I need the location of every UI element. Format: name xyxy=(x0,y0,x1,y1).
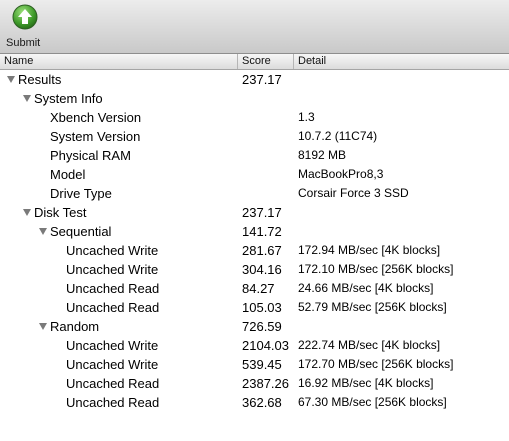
disclosure-triangle-icon[interactable] xyxy=(39,228,47,235)
row-score: 362.68 xyxy=(242,395,282,410)
submit-label: Submit xyxy=(6,37,41,49)
row-name: Random xyxy=(50,319,100,334)
tree-row[interactable]: Uncached Read 362.68 67.30 MB/sec [256K … xyxy=(0,393,509,412)
disclosure-triangle-icon[interactable] xyxy=(7,76,15,83)
row-detail: 1.3 xyxy=(298,110,315,124)
tree-row[interactable]: Xbench Version 1.3 xyxy=(0,108,509,127)
row-name: Uncached Read xyxy=(66,395,160,410)
tree-row-results[interactable]: Results 237.17 xyxy=(0,70,509,89)
row-name: Uncached Read xyxy=(66,300,160,315)
tree-row-random[interactable]: Random 726.59 xyxy=(0,317,509,336)
row-score: 2387.26 xyxy=(242,376,289,391)
row-detail: 172.94 MB/sec [4K blocks] xyxy=(298,243,441,257)
row-detail: 222.74 MB/sec [4K blocks] xyxy=(298,338,441,352)
row-name: Uncached Write xyxy=(66,357,159,372)
row-name: Sequential xyxy=(50,224,112,239)
row-name: Results xyxy=(18,72,62,87)
row-detail: 67.30 MB/sec [256K blocks] xyxy=(298,395,447,409)
tree-row[interactable]: Physical RAM 8192 MB xyxy=(0,146,509,165)
row-detail: 24.66 MB/sec [4K blocks] xyxy=(298,281,434,295)
row-name: System Info xyxy=(34,91,103,106)
tree-row[interactable]: Uncached Write 2104.03 222.74 MB/sec [4K… xyxy=(0,336,509,355)
row-score: 237.17 xyxy=(242,72,282,87)
tree-row[interactable]: Uncached Read 105.03 52.79 MB/sec [256K … xyxy=(0,298,509,317)
tree-row[interactable]: Uncached Read 2387.26 16.92 MB/sec [4K b… xyxy=(0,374,509,393)
row-detail: 8192 MB xyxy=(298,148,347,162)
row-detail: 10.7.2 (11C74) xyxy=(298,129,378,143)
row-name: Uncached Write xyxy=(66,338,159,353)
disclosure-triangle-icon[interactable] xyxy=(23,95,31,102)
row-score: 84.27 xyxy=(242,281,275,296)
column-header-detail[interactable]: Detail xyxy=(294,54,509,69)
tree-row[interactable]: Uncached Write 304.16 172.10 MB/sec [256… xyxy=(0,260,509,279)
arrow-up-icon xyxy=(12,4,38,30)
tree-row-disk-test[interactable]: Disk Test 237.17 xyxy=(0,203,509,222)
results-outline: Results 237.17 System Info Xbench Versio… xyxy=(0,70,509,441)
tree-row[interactable]: Model MacBookPro8,3 xyxy=(0,165,509,184)
tree-row-system-info[interactable]: System Info xyxy=(0,89,509,108)
row-name: Uncached Write xyxy=(66,262,159,277)
row-detail: MacBookPro8,3 xyxy=(298,167,384,181)
row-score: 2104.03 xyxy=(242,338,289,353)
row-score: 105.03 xyxy=(242,300,282,315)
tree-row[interactable]: Uncached Read 84.27 24.66 MB/sec [4K blo… xyxy=(0,279,509,298)
tree-row[interactable]: Drive Type Corsair Force 3 SSD xyxy=(0,184,509,203)
row-detail: 52.79 MB/sec [256K blocks] xyxy=(298,300,447,314)
column-header-name[interactable]: Name xyxy=(0,54,238,69)
row-name: Xbench Version xyxy=(50,110,142,125)
row-detail: 16.92 MB/sec [4K blocks] xyxy=(298,376,434,390)
row-name: Uncached Read xyxy=(66,376,160,391)
disclosure-triangle-icon[interactable] xyxy=(23,209,31,216)
toolbar: Submit xyxy=(0,0,509,54)
tree-row-sequential[interactable]: Sequential 141.72 xyxy=(0,222,509,241)
column-header-score[interactable]: Score xyxy=(238,54,294,69)
row-name: Disk Test xyxy=(34,205,87,220)
row-score: 237.17 xyxy=(242,205,282,220)
row-name: Uncached Write xyxy=(66,243,159,258)
row-name: Uncached Read xyxy=(66,281,160,296)
row-score: 304.16 xyxy=(242,262,282,277)
row-score: 281.67 xyxy=(242,243,282,258)
row-name: Drive Type xyxy=(50,186,112,201)
disclosure-triangle-icon[interactable] xyxy=(39,323,47,330)
row-name: System Version xyxy=(50,129,141,144)
tree-row[interactable]: Uncached Write 281.67 172.94 MB/sec [4K … xyxy=(0,241,509,260)
row-score: 141.72 xyxy=(242,224,282,239)
row-score: 539.45 xyxy=(242,357,282,372)
row-name: Model xyxy=(50,167,86,182)
row-detail: Corsair Force 3 SSD xyxy=(298,186,409,200)
row-detail: 172.70 MB/sec [256K blocks] xyxy=(298,357,454,371)
row-score: 726.59 xyxy=(242,319,282,334)
row-name: Physical RAM xyxy=(50,148,131,163)
row-detail: 172.10 MB/sec [256K blocks] xyxy=(298,262,454,276)
tree-row[interactable]: System Version 10.7.2 (11C74) xyxy=(0,127,509,146)
submit-button[interactable]: Submit xyxy=(6,4,46,50)
tree-row[interactable]: Uncached Write 539.45 172.70 MB/sec [256… xyxy=(0,355,509,374)
table-header: Name Score Detail xyxy=(0,54,509,70)
